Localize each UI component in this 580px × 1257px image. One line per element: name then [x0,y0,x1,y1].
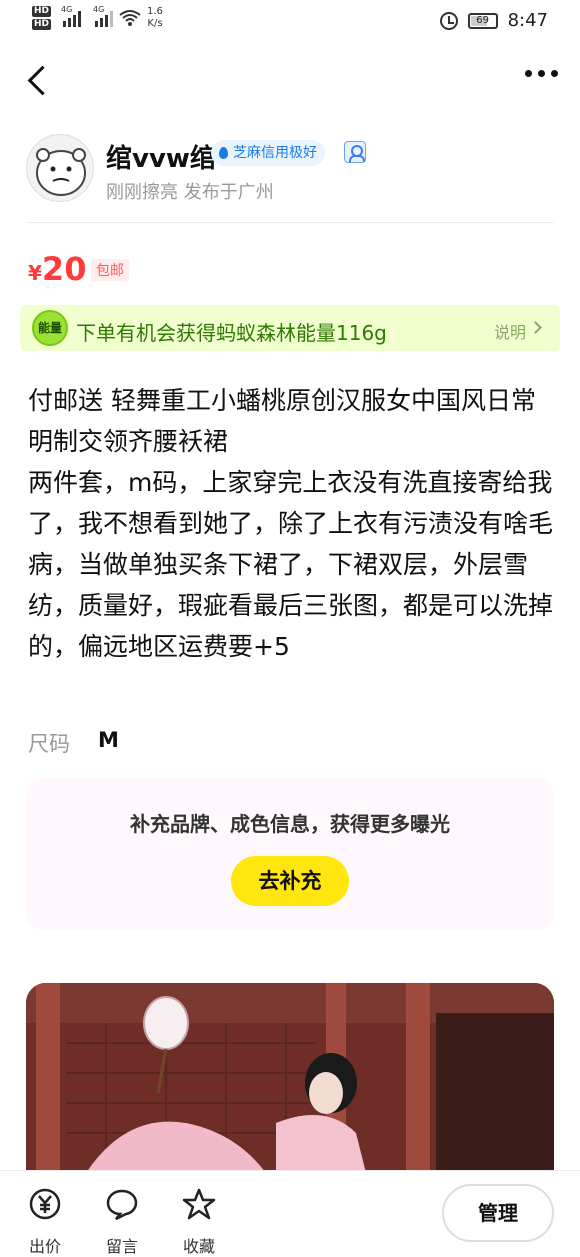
hd-indicators: HD HD [32,6,52,30]
network-speed: 1.6 K/s [147,6,163,29]
size-value: M [98,728,119,752]
supplement-button[interactable]: 去补充 [231,856,349,906]
description-paragraph: 付邮送 轻舞重工小蟠桃原创汉服女中国风日常明制交领齐腰袄裙 [28,386,536,456]
energy-icon: 能量 [32,310,68,346]
alarm-icon [439,11,458,30]
verified-user-icon[interactable] [344,141,366,163]
energy-help-link[interactable]: 说明 [494,319,526,343]
divider [26,222,554,223]
price: ¥20 [28,250,87,288]
offer-icon [29,1188,61,1220]
description-paragraph: 两件套，m码，上家穿完上衣没有洗直接寄给我了，我不想看到她了，除了上衣有污渍没有… [28,468,554,661]
battery-icon: 69 [467,12,498,29]
offer-label: 出价 [28,1237,61,1256]
wifi-icon [119,10,141,26]
seller-name[interactable]: 绾vvw绾 [106,138,216,175]
offer-tab[interactable]: 出价 [20,1187,70,1257]
favorite-icon [182,1188,216,1220]
size-attribute: 尺码 M [28,728,119,758]
shipping-badge: 包邮 [91,259,129,281]
signal-icon: 4G [61,5,82,27]
hd-badge: HD [32,19,52,30]
size-label: 尺码 [28,732,70,756]
bottom-action-bar: 出价 留言 收藏 管理 [0,1170,580,1257]
item-description: 付邮送 轻舞重工小蟠桃原创汉服女中国风日常明制交领齐腰袄裙两件套，m码，上家穿完… [28,380,558,667]
credit-badge[interactable]: 芝麻信用极好 [211,140,325,166]
manage-button[interactable]: 管理 [442,1184,554,1242]
back-icon[interactable] [22,62,52,98]
more-icon[interactable] [525,70,558,77]
status-bar: HD HD 4G 4G 1.6 K/s 69 8:47 [0,0,580,44]
chevron-right-icon [529,321,542,334]
signal-icon: 4G [93,5,114,27]
clock: 8:47 [507,10,548,31]
seller-avatar[interactable] [26,134,94,202]
item-photo[interactable] [26,983,554,1173]
hd-badge: HD [32,6,52,17]
supplement-card: 补充品牌、成色信息，获得更多曝光 去补充 [26,778,554,930]
publish-info: 刚刚擦亮 发布于广州 [106,182,274,203]
message-tab[interactable]: 留言 [97,1187,147,1257]
energy-banner[interactable]: 能量 下单有机会获得蚂蚁森林能量116g 说明 [20,305,560,351]
energy-text: 下单有机会获得蚂蚁森林能量116g [76,321,387,345]
message-label: 留言 [105,1237,138,1256]
message-icon [106,1189,138,1221]
supplement-prompt: 补充品牌、成色信息，获得更多曝光 [130,812,450,836]
favorite-tab[interactable]: 收藏 [174,1187,224,1257]
favorite-label: 收藏 [182,1237,215,1256]
